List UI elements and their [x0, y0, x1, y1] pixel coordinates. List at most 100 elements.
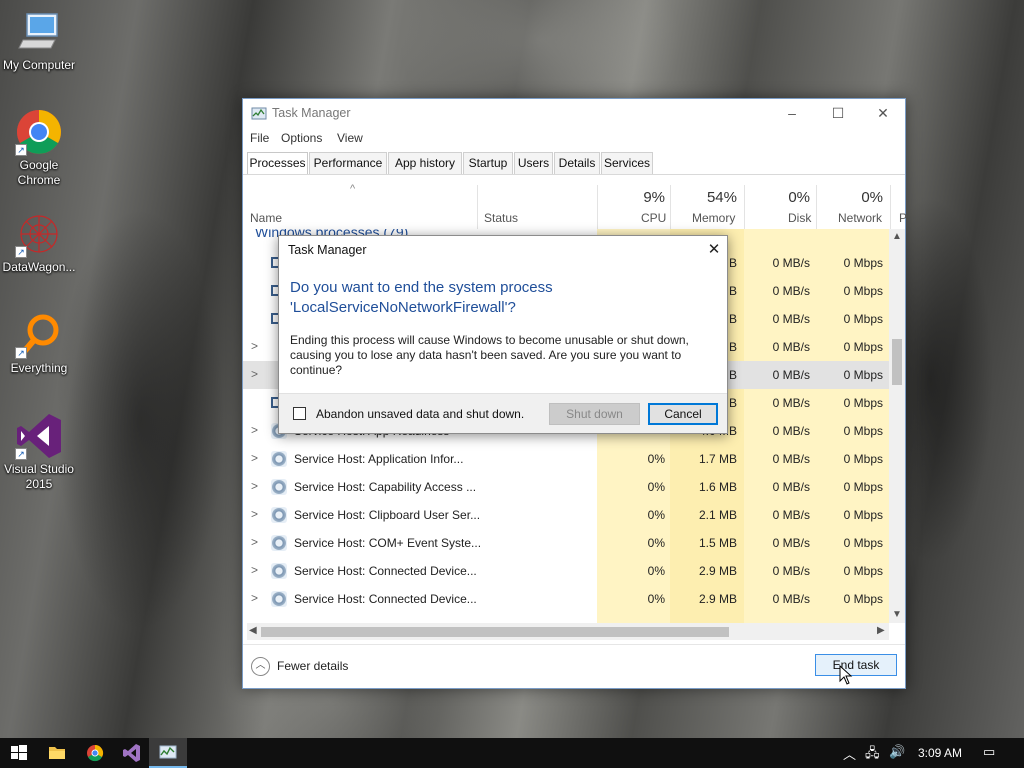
expand-chevron-icon[interactable]: >	[251, 339, 258, 353]
tab-processes[interactable]: Processes	[247, 152, 308, 175]
desktop-icon-visual-studio[interactable]: ↗ Visual Studio 2015	[0, 412, 78, 492]
abandon-data-checkbox[interactable]	[293, 407, 306, 420]
column-name[interactable]: Name	[250, 211, 282, 225]
desktop-icon-label: My Computer	[2, 58, 76, 72]
column-separator	[890, 185, 891, 229]
cpu-cell: 0%	[647, 508, 665, 522]
table-row[interactable]: > Service Host: Connected Device... 0% 2…	[243, 585, 889, 613]
tab-startup[interactable]: Startup	[463, 152, 513, 174]
expand-chevron-icon[interactable]: >	[251, 563, 258, 577]
taskbar-file-explorer[interactable]	[38, 738, 76, 768]
desktop-icon-my-computer[interactable]: My Computer	[0, 8, 78, 73]
visual-studio-icon: ↗	[15, 412, 63, 460]
desktop-icon-everything[interactable]: ↗ Everything	[0, 311, 78, 376]
column-disk[interactable]: Disk	[788, 211, 811, 225]
process-name: Service Host: Clipboard User Ser...	[294, 508, 481, 522]
mouse-cursor-icon	[839, 664, 853, 685]
taskbar-task-manager[interactable]	[149, 738, 187, 768]
chrome-icon	[87, 744, 104, 762]
tab-app-history[interactable]: App history	[388, 152, 462, 174]
vertical-scroll-thumb[interactable]	[892, 339, 902, 385]
scroll-right-arrow-icon[interactable]: ▶	[877, 625, 885, 636]
desktop-icon-datawagon[interactable]: ↗ DataWagon...	[0, 210, 78, 275]
expand-chevron-icon[interactable]: >	[251, 591, 258, 605]
clock[interactable]: 3:09 AM	[918, 746, 962, 760]
start-button[interactable]	[0, 738, 38, 768]
service-gear-icon	[271, 535, 287, 551]
table-row[interactable]: > Service Host: Application Infor... 0% …	[243, 445, 889, 473]
title-bar[interactable]: Task Manager – ☐ ✕	[243, 99, 905, 129]
expand-chevron-icon[interactable]: >	[251, 535, 258, 549]
tab-users[interactable]: Users	[514, 152, 553, 174]
scroll-up-arrow-icon[interactable]: ▲	[892, 231, 902, 242]
end-task-button[interactable]: End task	[815, 654, 897, 676]
table-row[interactable]: > Service Host: COM+ Event Syste... 0% 1…	[243, 529, 889, 557]
column-separator	[744, 185, 745, 229]
shortcut-arrow-icon: ↗	[15, 144, 27, 156]
menu-options[interactable]: Options	[281, 131, 322, 145]
horizontal-scroll-thumb[interactable]	[261, 627, 729, 637]
menu-file[interactable]: File	[250, 131, 269, 145]
fewer-details-link[interactable]: Fewer details	[277, 659, 348, 673]
disk-cell: 0 MB/s	[772, 312, 810, 326]
column-separator	[670, 185, 671, 229]
column-power-truncated[interactable]: P	[899, 211, 907, 225]
everything-search-icon: ↗	[15, 311, 63, 359]
dialog-message: Ending this process will cause Windows t…	[290, 333, 689, 377]
network-cell: 0 Mbps	[843, 284, 883, 298]
network-cell: 0 Mbps	[843, 592, 883, 606]
process-name: Service Host: Application Infor...	[294, 452, 464, 466]
tab-performance[interactable]: Performance	[309, 152, 387, 174]
memory-cell: 2.1 MB	[698, 508, 737, 522]
tab-divider	[243, 174, 905, 175]
shortcut-arrow-icon: ↗	[15, 246, 27, 258]
expand-chevron-icon[interactable]: >	[251, 451, 258, 465]
table-row[interactable]: > Service Host: Clipboard User Ser... 0%…	[243, 501, 889, 529]
end-process-dialog: Task Manager ✕ Do you want to end the sy…	[278, 235, 728, 434]
column-network[interactable]: Network	[838, 211, 882, 225]
network-cell: 0 Mbps	[843, 368, 883, 382]
horizontal-scrollbar[interactable]: ◀ ▶	[247, 623, 889, 640]
service-gear-icon	[271, 451, 287, 467]
process-name: Service Host: Capability Access ...	[294, 480, 477, 494]
network-icon[interactable]: 🖧	[865, 744, 880, 766]
table-row[interactable]: > Service Host: Capability Access ... 0%…	[243, 473, 889, 501]
chevron-up-circle-icon[interactable]: ︿	[251, 657, 270, 676]
dialog-close-button[interactable]: ✕	[703, 239, 725, 261]
minimize-button[interactable]: –	[769, 99, 815, 129]
column-cpu[interactable]: CPU	[641, 211, 666, 225]
scroll-left-arrow-icon[interactable]: ◀	[249, 625, 257, 636]
network-cell: 0 Mbps	[843, 536, 883, 550]
close-button[interactable]: ✕	[860, 99, 906, 129]
column-memory[interactable]: Memory	[692, 211, 735, 225]
show-hidden-icons-chevron-icon[interactable]: ︿	[843, 744, 856, 763]
expand-chevron-icon[interactable]: >	[251, 367, 258, 381]
table-row[interactable]: > Service Host: Connected Device... 0% 2…	[243, 557, 889, 585]
scroll-down-arrow-icon[interactable]: ▼	[892, 609, 902, 620]
taskbar-visual-studio[interactable]	[112, 738, 150, 768]
menu-view[interactable]: View	[337, 131, 363, 145]
tab-services[interactable]: Services	[601, 152, 653, 174]
network-cell: 0 Mbps	[843, 480, 883, 494]
desktop-icon-google-chrome[interactable]: ↗ Google Chrome	[0, 108, 78, 188]
shut-down-button[interactable]: Shut down	[549, 403, 640, 425]
cancel-button[interactable]: Cancel	[648, 403, 718, 425]
tab-details[interactable]: Details	[554, 152, 600, 174]
memory-cell: 1.5 MB	[698, 536, 737, 550]
network-cell: 0 Mbps	[843, 564, 883, 578]
maximize-button[interactable]: ☐	[815, 99, 861, 129]
abandon-data-checkbox-label[interactable]: Abandon unsaved data and shut down.	[316, 407, 524, 421]
cpu-cell: 0%	[647, 536, 665, 550]
expand-chevron-icon[interactable]: >	[251, 423, 258, 437]
taskbar-chrome[interactable]	[76, 738, 114, 768]
cpu-cell: 0%	[647, 480, 665, 494]
notifications-icon[interactable]: ▭	[983, 744, 995, 760]
column-status[interactable]: Status	[484, 211, 518, 225]
computer-icon	[15, 8, 63, 56]
expand-chevron-icon[interactable]: >	[251, 479, 258, 493]
network-cell: 0 Mbps	[843, 312, 883, 326]
vertical-scrollbar[interactable]: ▲ ▼	[889, 229, 905, 623]
volume-icon[interactable]: 🔊	[889, 744, 905, 760]
cpu-percent: 9%	[643, 189, 665, 206]
expand-chevron-icon[interactable]: >	[251, 507, 258, 521]
